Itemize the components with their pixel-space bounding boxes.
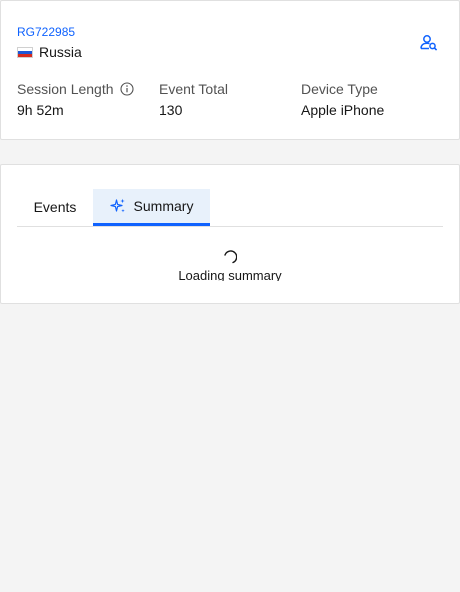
- russia-flag-icon: [17, 46, 33, 58]
- loading-spinner-icon: [224, 250, 237, 264]
- stat-value: 9h 52m: [17, 102, 64, 118]
- stat-label: Device Type: [301, 81, 378, 97]
- stat-value: 130: [159, 102, 183, 118]
- summary-card: Events Summary Loading summary: [0, 164, 460, 304]
- user-search-icon: [420, 35, 438, 51]
- stat-device-type: Device Type Apple iPhone: [301, 81, 384, 118]
- stat-label: Event Total: [159, 81, 229, 97]
- tab-label: Events: [33, 198, 77, 215]
- session-card: RG722985 Russia Session Length 9h 52m Ev…: [0, 0, 460, 140]
- stat-value: Apple iPhone: [301, 102, 385, 118]
- stat-session-length: Session Length 9h 52m: [17, 81, 134, 118]
- user-search-button[interactable]: [419, 33, 439, 53]
- stat-event-total: Event Total 130: [159, 81, 228, 118]
- tab-list: Events Summary: [17, 189, 443, 227]
- info-icon[interactable]: [119, 82, 134, 96]
- country: Russia: [17, 44, 82, 60]
- loading-text: Loading summary: [178, 269, 282, 281]
- tab-label: Summary: [133, 198, 194, 214]
- tab-events[interactable]: Events: [17, 189, 93, 224]
- sparkle-icon: [109, 198, 125, 213]
- country-name: Russia: [39, 44, 82, 60]
- stat-label: Session Length: [17, 81, 114, 97]
- session-id-link[interactable]: RG722985: [17, 25, 75, 39]
- tab-summary[interactable]: Summary: [93, 189, 210, 226]
